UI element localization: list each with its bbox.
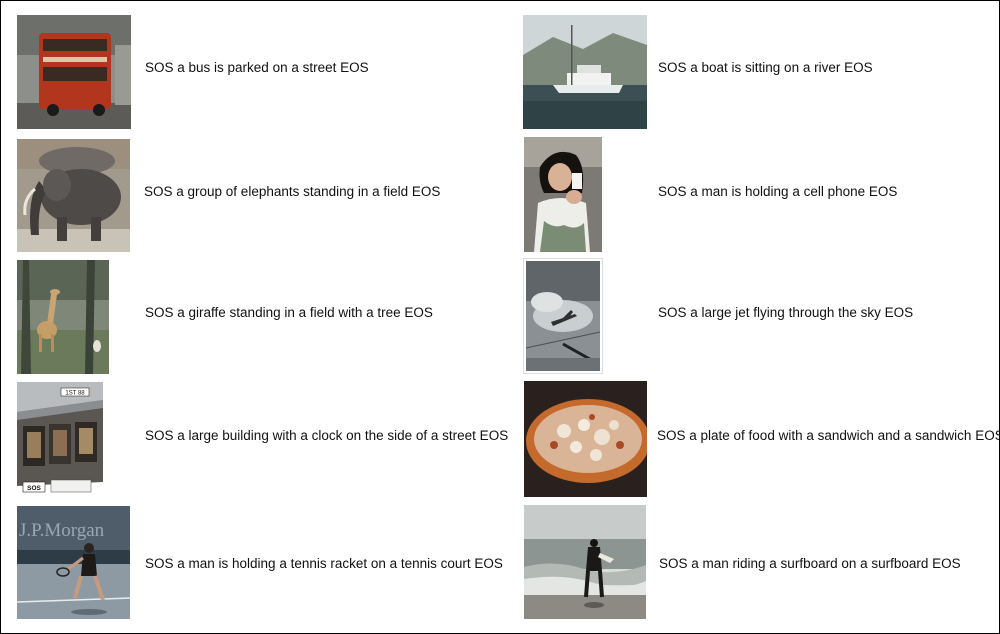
caption-2: SOS a boat is sitting on a river EOS — [658, 60, 873, 75]
caption-4: SOS a man is holding a cell phone EOS — [658, 184, 898, 199]
surfer-on-beach-photo — [524, 505, 646, 619]
pizza-photo — [524, 381, 647, 497]
tennis-player-photo: J.P.Morgan — [17, 506, 130, 619]
storefront-building-photo: 1ST 88 SOS — [17, 382, 103, 497]
caption-grid: SOS a bus is parked on a street EOS SOS … — [0, 0, 1000, 634]
giraffe-photo — [17, 260, 109, 374]
double-decker-bus-photo — [17, 15, 131, 129]
caption-3: SOS a group of elephants standing in a f… — [144, 184, 441, 199]
caption-8: SOS a plate of food with a sandwich and … — [657, 428, 1000, 443]
caption-5: SOS a giraffe standing in a field with a… — [145, 305, 433, 320]
caption-7: SOS a large building with a clock on the… — [145, 428, 509, 443]
jet-in-sky-photo — [523, 258, 603, 374]
caption-10: SOS a man riding a surfboard on a surfbo… — [659, 556, 961, 571]
caption-9: SOS a man is holding a tennis racket on … — [145, 556, 503, 571]
sos-sign-text: SOS — [27, 485, 41, 492]
woman-with-camera-photo — [524, 137, 602, 252]
caption-6: SOS a large jet flying through the sky E… — [658, 305, 914, 320]
street-sign-text: 1ST 88 — [65, 391, 85, 397]
yacht-harbor-photo — [523, 15, 647, 129]
caption-1: SOS a bus is parked on a street EOS — [145, 60, 369, 75]
jpmorgan-logo-text: J.P.Morgan — [19, 520, 105, 541]
elephants-photo — [17, 139, 130, 252]
